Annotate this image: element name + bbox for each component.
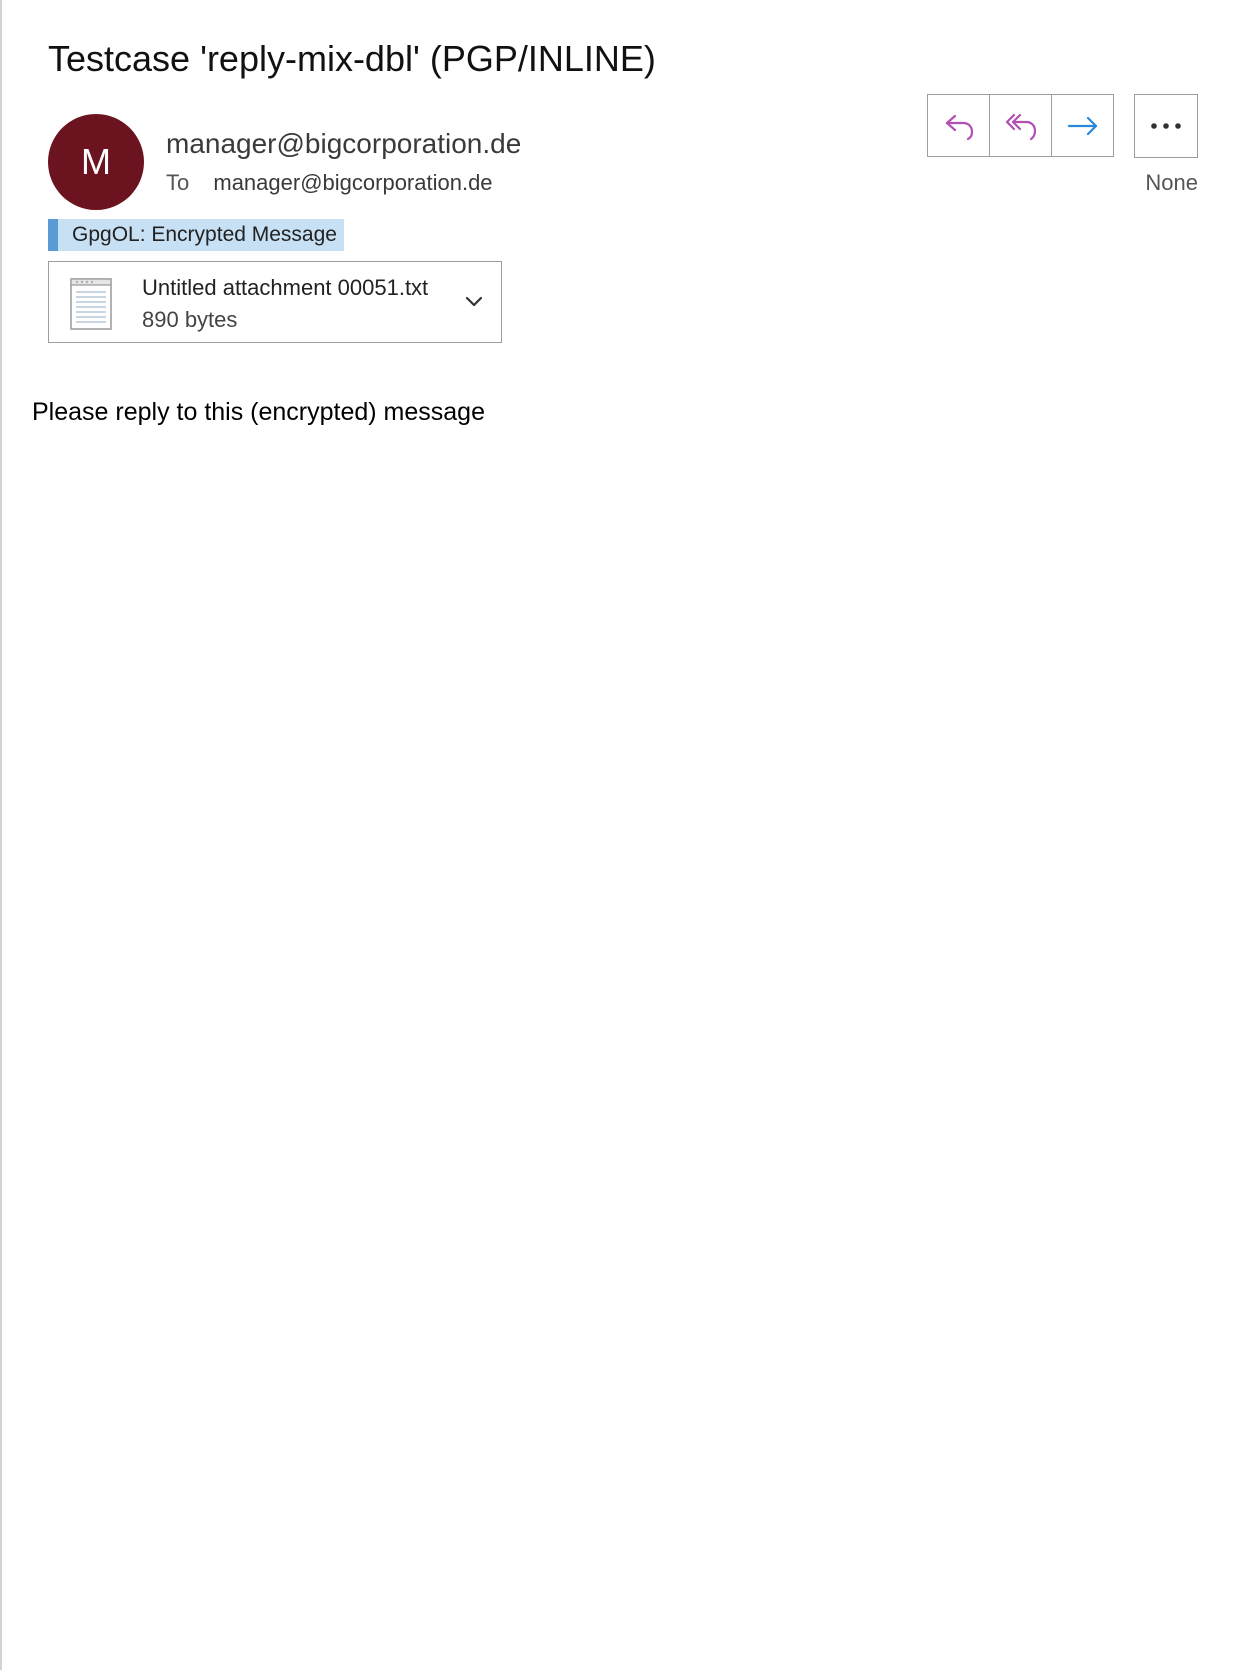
attachment-card[interactable]: Untitled attachment 00051.txt 890 bytes (48, 261, 502, 343)
recipient-row: To manager@bigcorporation.de (166, 168, 493, 198)
ellipsis-icon (1151, 123, 1181, 129)
attachment-name: Untitled attachment 00051.txt (142, 275, 429, 300)
gpgol-encrypted-banner[interactable]: GpgOL: Encrypted Message (48, 219, 344, 251)
message-body: Please reply to this (encrypted) message (32, 398, 485, 426)
avatar[interactable]: M (48, 114, 144, 210)
chevron-down-icon[interactable] (463, 290, 485, 312)
reply-all-arrow-icon (1005, 113, 1036, 140)
forward-arrow-icon (1067, 116, 1097, 135)
importance-label: None (1145, 170, 1198, 195)
reply-button[interactable] (927, 94, 990, 157)
attachment-size: 890 bytes (142, 307, 238, 332)
to-label: To (166, 170, 190, 195)
message-subject: Testcase 'reply-mix-dbl' (PGP/INLINE) (48, 38, 656, 79)
avatar-initial: M (81, 141, 111, 182)
recipient-address[interactable]: manager@bigcorporation.de (213, 170, 492, 195)
reply-all-button[interactable] (989, 94, 1052, 157)
forward-button[interactable] (1051, 94, 1114, 157)
more-actions-button[interactable] (1134, 94, 1198, 158)
message-actions (927, 94, 1114, 157)
reply-arrow-icon (945, 114, 973, 140)
text-file-icon (70, 278, 112, 330)
left-border (0, 0, 2, 1670)
sender-address[interactable]: manager@bigcorporation.de (166, 126, 521, 162)
